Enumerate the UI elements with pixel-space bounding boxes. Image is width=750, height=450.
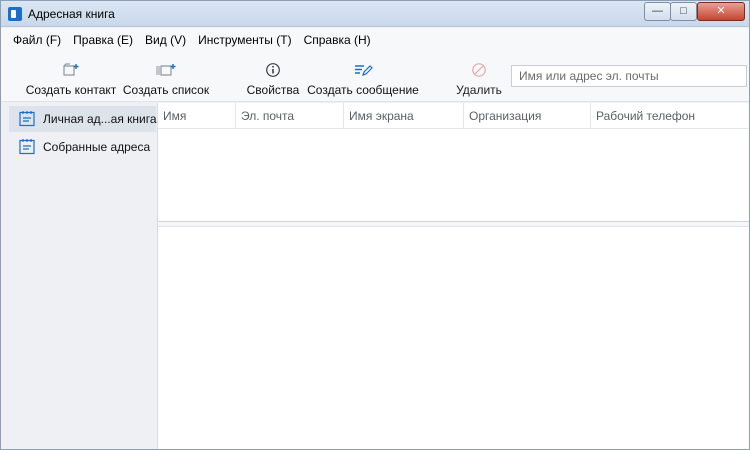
new-contact-icon [62,62,80,78]
column-header-email[interactable]: Эл. почта [236,103,344,129]
menu-bar: Файл (F) Правка (E) Вид (V) Инструменты … [1,28,749,52]
properties-label: Свойства [246,83,300,97]
new-list-button[interactable]: Создать список [121,52,211,102]
column-header-screen-name[interactable]: Имя экрана [344,103,464,129]
column-header-organization[interactable]: Организация [464,103,591,129]
menu-help[interactable]: Справка (H) [298,33,377,47]
new-list-icon [155,62,177,78]
column-header-work-phone[interactable]: Рабочий телефон [591,103,749,129]
menu-file[interactable]: Файл (F) [7,33,67,47]
new-list-label: Создать список [122,83,210,97]
contacts-pane: Имя Эл. почта Имя экрана Организация Раб… [158,103,749,449]
new-contact-label: Создать контакт [25,83,117,97]
new-message-label: Создать сообщение [307,83,419,97]
address-books-sidebar: Личная ад...ая книга Собранные адреса [1,103,158,449]
window-title: Адресная книга [28,7,115,21]
delete-label: Удалить [456,83,502,97]
title-bar[interactable]: Адресная книга — □ ✕ [1,1,749,27]
delete-button[interactable]: Удалить [451,52,507,102]
address-book-icon [18,138,36,156]
maximize-button[interactable]: □ [670,2,697,21]
menu-edit[interactable]: Правка (E) [67,33,139,47]
sidebar-item-collected-addresses[interactable]: Собранные адреса [9,134,156,160]
table-header: Имя Эл. почта Имя экрана Организация Раб… [158,103,749,129]
new-message-button[interactable]: Создать сообщение [305,52,421,102]
menu-view[interactable]: Вид (V) [139,33,192,47]
new-contact-button[interactable]: Создать контакт [23,52,119,102]
sidebar-item-label: Личная ад...ая книга [43,112,157,126]
close-button[interactable]: ✕ [697,2,745,21]
search-input[interactable] [511,65,747,87]
delete-icon [471,62,487,78]
address-book-window: Адресная книга — □ ✕ Файл (F) Правка (E)… [0,0,750,450]
sidebar-item-personal-book[interactable]: Личная ад...ая книга [9,106,157,132]
column-header-name[interactable]: Имя [158,103,236,129]
contact-details-pane [158,227,749,449]
minimize-button[interactable]: — [644,2,671,21]
toolbar: Создать контакт Создать список Свойства … [1,52,749,102]
menu-tools[interactable]: Инструменты (T) [192,33,297,47]
sidebar-item-label: Собранные адреса [43,140,151,154]
address-book-icon [18,110,36,128]
app-icon [8,7,22,21]
info-icon [265,62,281,78]
properties-button[interactable]: Свойства [243,52,303,102]
compose-icon [353,62,373,78]
